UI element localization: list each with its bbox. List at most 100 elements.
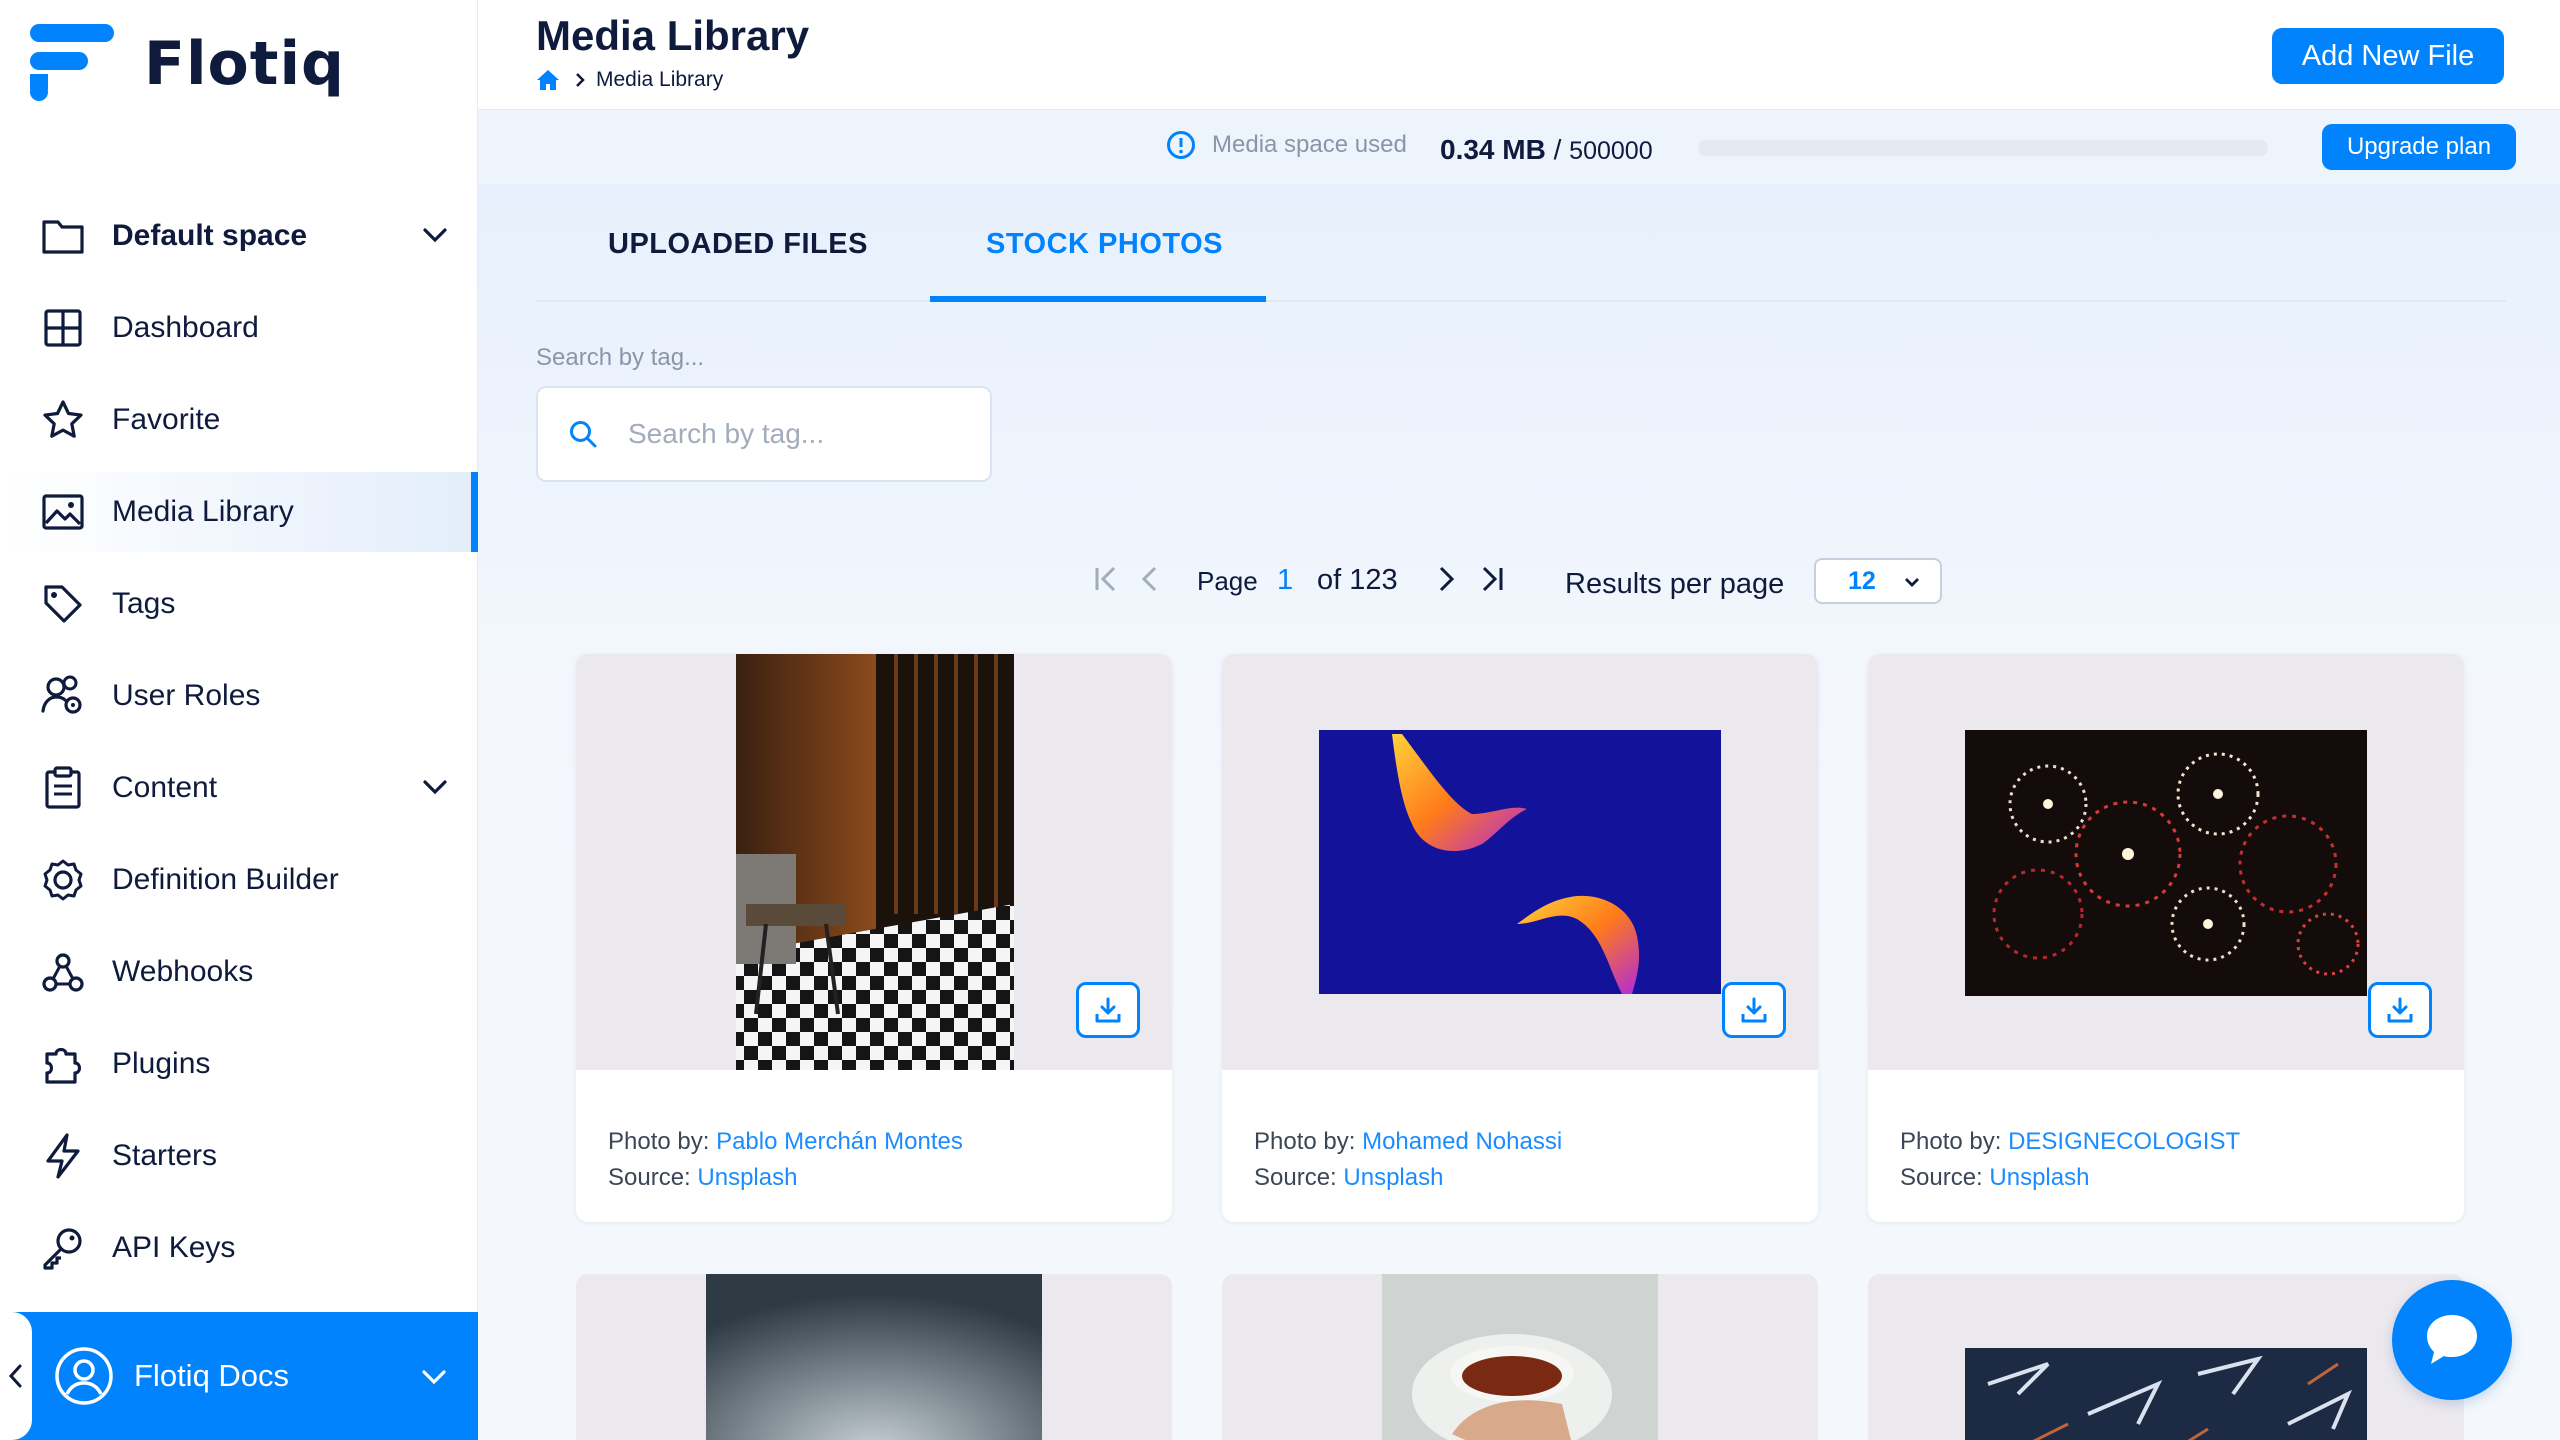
photo-tea-cup bbox=[1382, 1274, 1658, 1440]
sidebar-item-dashboard[interactable]: Dashboard bbox=[0, 288, 478, 368]
page-header: Media Library Media Library Add New File bbox=[478, 0, 2560, 110]
puzzle-icon bbox=[40, 1041, 86, 1087]
sidebar-item-label: Content bbox=[112, 771, 218, 804]
photo-card[interactable]: Photo by: Pablo Merchán Montes Source: U… bbox=[576, 654, 1172, 1222]
download-button[interactable] bbox=[2368, 982, 2432, 1038]
sidebar-item-label: Default space bbox=[112, 219, 308, 252]
photo-author-link[interactable]: DESIGNECOLOGIST bbox=[2008, 1128, 2240, 1155]
upgrade-plan-button[interactable]: Upgrade plan bbox=[2322, 124, 2516, 170]
sidebar-collapse-button[interactable] bbox=[0, 1312, 32, 1440]
photo-author-link[interactable]: Mohamed Nohassi bbox=[1362, 1128, 1562, 1155]
chevron-down-icon[interactable] bbox=[420, 220, 450, 255]
current-page[interactable]: 1 bbox=[1277, 564, 1293, 597]
media-usage-bar: Media space used 0.34 MB / 500000 Upgrad… bbox=[478, 110, 2560, 184]
usage-used: 0.34 MB bbox=[1440, 134, 1546, 165]
sidebar-item-api-keys[interactable]: API Keys bbox=[0, 1208, 478, 1288]
tag-icon bbox=[40, 581, 86, 627]
sidebar-item-webhooks[interactable]: Webhooks bbox=[0, 932, 478, 1012]
sidebar-item-label: Media Library bbox=[112, 495, 294, 528]
photo-abstract-streaks bbox=[1965, 1348, 2367, 1440]
sidebar-item-media-library[interactable]: Media Library bbox=[0, 472, 478, 552]
chat-icon bbox=[2427, 1315, 2477, 1364]
sidebar-item-definition-builder[interactable]: Definition Builder bbox=[0, 840, 478, 920]
tab-stock-photos[interactable]: STOCK PHOTOS bbox=[986, 228, 1223, 261]
clipboard-icon bbox=[40, 765, 86, 811]
sidebar-item-label: Dashboard bbox=[112, 311, 259, 344]
photo-by-label: Photo by: bbox=[608, 1128, 710, 1155]
flotiq-logo[interactable]: Flotiq bbox=[30, 22, 345, 106]
last-page-icon[interactable] bbox=[1476, 562, 1506, 596]
chat-support-button[interactable] bbox=[2392, 1280, 2512, 1400]
app-name: Flotiq bbox=[144, 29, 345, 99]
sidebar-item-label: Definition Builder bbox=[112, 863, 339, 896]
active-tab-indicator bbox=[930, 296, 1266, 302]
search-field[interactable] bbox=[536, 386, 992, 482]
source-label: Source: bbox=[1254, 1164, 1337, 1191]
photo-thumbnail[interactable] bbox=[1222, 654, 1818, 1070]
pagination: Page 1 of 123 Results per page 12 bbox=[478, 554, 2560, 614]
star-icon bbox=[40, 397, 86, 443]
photo-card[interactable] bbox=[1222, 1274, 1818, 1440]
breadcrumb: Media Library bbox=[536, 68, 723, 92]
sidebar-item-starters[interactable]: Starters bbox=[0, 1116, 478, 1196]
photo-card[interactable] bbox=[576, 1274, 1172, 1440]
photo-author-link[interactable]: Pablo Merchán Montes bbox=[716, 1128, 963, 1155]
chevron-left-icon bbox=[8, 1364, 22, 1388]
usage-info: Media space used bbox=[1166, 130, 1407, 160]
sidebar-item-label: Starters bbox=[112, 1139, 218, 1172]
photo-card[interactable] bbox=[1868, 1274, 2464, 1440]
dashboard-grid-icon bbox=[40, 305, 86, 351]
chevron-down-icon[interactable] bbox=[419, 1362, 449, 1397]
download-button[interactable] bbox=[1722, 982, 1786, 1038]
home-icon[interactable] bbox=[536, 69, 560, 91]
photo-meta: Photo by: DESIGNECOLOGIST Source: Unspla… bbox=[1900, 1124, 2240, 1196]
usage-total: 500000 bbox=[1569, 137, 1653, 165]
search-label: Search by tag... bbox=[536, 344, 705, 371]
source-label: Source: bbox=[1900, 1164, 1983, 1191]
gear-icon bbox=[40, 857, 86, 903]
sidebar-item-plugins[interactable]: Plugins bbox=[0, 1024, 478, 1104]
first-page-icon[interactable] bbox=[1092, 562, 1122, 596]
photo-source-link[interactable]: Unsplash bbox=[1989, 1164, 2089, 1191]
sidebar: Flotiq Default space Dashboard Favorite bbox=[0, 0, 478, 1440]
photo-card[interactable]: Photo by: Mohamed Nohassi Source: Unspla… bbox=[1222, 654, 1818, 1222]
webhook-icon bbox=[40, 949, 86, 995]
usage-label: Media space used bbox=[1212, 131, 1407, 158]
photo-thumbnail[interactable] bbox=[1868, 654, 2464, 1070]
main-content: UPLOADED FILES STOCK PHOTOS Search by ta… bbox=[478, 184, 2560, 1440]
download-icon bbox=[1741, 997, 1767, 1023]
sidebar-item-user-roles[interactable]: User Roles bbox=[0, 656, 478, 736]
download-icon bbox=[2387, 997, 2413, 1023]
info-icon[interactable] bbox=[1166, 130, 1196, 160]
results-per-page-select[interactable]: 12 bbox=[1814, 558, 1942, 604]
photo-meta: Photo by: Pablo Merchán Montes Source: U… bbox=[608, 1124, 963, 1196]
sidebar-item-content[interactable]: Content bbox=[0, 748, 478, 828]
photo-card[interactable]: Photo by: DESIGNECOLOGIST Source: Unspla… bbox=[1868, 654, 2464, 1222]
sidebar-item-label: API Keys bbox=[112, 1231, 236, 1264]
sidebar-item-label: User Roles bbox=[112, 679, 261, 712]
download-button[interactable] bbox=[1076, 982, 1140, 1038]
tab-uploaded-files[interactable]: UPLOADED FILES bbox=[608, 228, 868, 261]
usage-amount: 0.34 MB / 500000 bbox=[1440, 134, 1653, 166]
search-input[interactable] bbox=[628, 418, 968, 450]
photo-smoke bbox=[706, 1274, 1042, 1440]
photo-meta: Photo by: Mohamed Nohassi Source: Unspla… bbox=[1254, 1124, 1562, 1196]
sidebar-item-default-space[interactable]: Default space bbox=[0, 196, 478, 276]
chevron-down-icon[interactable] bbox=[420, 772, 450, 807]
lightning-icon bbox=[40, 1133, 86, 1179]
sidebar-item-tags[interactable]: Tags bbox=[0, 564, 478, 644]
photo-source-link[interactable]: Unsplash bbox=[697, 1164, 797, 1191]
photo-source-link[interactable]: Unsplash bbox=[1343, 1164, 1443, 1191]
add-new-file-button[interactable]: Add New File bbox=[2272, 28, 2504, 84]
sidebar-item-favorite[interactable]: Favorite bbox=[0, 380, 478, 460]
sidebar-item-label: Webhooks bbox=[112, 955, 254, 988]
image-icon bbox=[40, 489, 86, 535]
total-pages: of 123 bbox=[1317, 564, 1398, 596]
usage-progress-track bbox=[1698, 140, 2268, 156]
photo-thumbnail[interactable] bbox=[576, 654, 1172, 1070]
breadcrumb-current[interactable]: Media Library bbox=[596, 68, 723, 92]
next-page-icon[interactable] bbox=[1434, 562, 1458, 596]
account-name: Flotiq Docs bbox=[134, 1358, 290, 1393]
previous-page-icon[interactable] bbox=[1138, 562, 1162, 596]
page-label: Page bbox=[1197, 566, 1258, 596]
